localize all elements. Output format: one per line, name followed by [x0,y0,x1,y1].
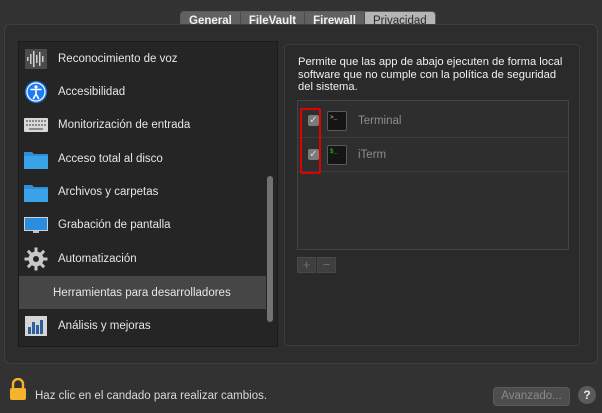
sidebar-item-input-monitoring[interactable]: Monitorización de entrada [19,108,266,141]
sidebar-item-full-disk-access[interactable]: Acceso total al disco [19,142,266,175]
sidebar-item-label: Reconocimiento de voz [58,52,178,65]
app-name: Terminal [358,114,402,127]
sidebar-item-label: Herramientas para desarrolladores [53,286,231,299]
app-list[interactable]: ✓ >_ Terminal ✓ $_ iTerm [297,100,569,250]
sidebar-item-screen-recording[interactable]: Grabación de pantalla [19,208,266,241]
keyboard-icon [24,113,48,137]
sidebar-item-speech-recognition[interactable]: Reconocimiento de voz [19,42,266,75]
sidebar-item-developer-tools[interactable]: Herramientas para desarrolladores [19,276,266,309]
bar-chart-icon [24,314,48,338]
list-item-iterm[interactable]: ✓ $_ iTerm [298,138,568,172]
privacy-category-list[interactable]: Reconocimiento de voz Accesibilidad Moni… [18,41,278,347]
waveform-icon [24,47,48,71]
lock-icon[interactable] [10,377,26,405]
footer: Haz clic en el candado para realizar cam… [0,370,602,413]
add-button[interactable]: + [297,257,316,273]
description-text: Permite que las app de abajo ejecuten de… [298,56,563,93]
add-remove-controls: + − [297,257,337,273]
sidebar-item-analytics[interactable]: Análisis y mejoras [19,309,266,342]
sidebar-item-label: Análisis y mejoras [58,319,151,332]
app-name: iTerm [358,148,387,161]
sidebar-item-files-folders[interactable]: Archivos y carpetas [19,175,266,208]
sidebar-item-label: Monitorización de entrada [58,118,191,131]
advanced-button[interactable]: Avanzado... [493,387,570,406]
lock-instruction: Haz clic en el candado para realizar cam… [35,390,268,402]
sidebar-item-accessibility[interactable]: Accesibilidad [19,75,266,108]
sidebar-item-label: Acceso total al disco [58,152,163,165]
display-icon [24,213,48,237]
sidebar-item-label: Accesibilidad [58,85,126,98]
folder-icon [24,180,48,204]
sidebar-item-label: Automatización [58,252,137,265]
help-button[interactable]: ? [578,386,596,404]
red-highlight-box [300,108,321,174]
accessibility-icon [24,80,48,104]
sidebar-item-label: Archivos y carpetas [58,185,159,198]
remove-button[interactable]: − [317,257,336,273]
svg-text:>_: >_ [330,114,338,121]
gear-icon [24,247,48,271]
sidebar-item-label: Grabación de pantalla [58,218,171,231]
list-item-terminal[interactable]: ✓ >_ Terminal [298,104,568,138]
svg-text:$_: $_ [330,148,338,155]
list-scrollbar[interactable] [267,176,273,322]
folder-icon [24,147,48,171]
sidebar-item-automation[interactable]: Automatización [19,242,266,275]
iterm-icon: $_ [327,144,347,165]
terminal-icon: >_ [327,110,347,131]
